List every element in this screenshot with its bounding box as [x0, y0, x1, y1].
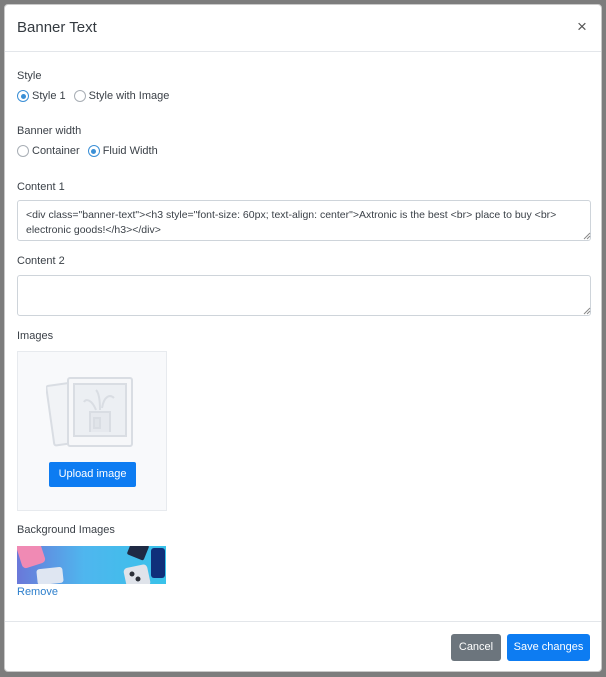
style-1-label[interactable]: Style 1 — [32, 90, 66, 102]
remove-background-image-link[interactable]: Remove — [17, 586, 58, 598]
modal-footer: Cancel Save changes — [5, 621, 601, 672]
fluid-width-radio[interactable] — [87, 145, 100, 157]
fluid-width-label[interactable]: Fluid Width — [103, 145, 158, 157]
content-1-label: Content 1 — [17, 181, 65, 193]
style-with-image-label[interactable]: Style with Image — [89, 90, 170, 102]
resize-grip-icon[interactable] — [583, 232, 591, 240]
style-with-image-radio[interactable] — [73, 90, 86, 102]
background-images-label: Background Images — [17, 524, 115, 536]
image-upload-box: Upload image — [17, 351, 167, 511]
upload-image-button[interactable]: Upload image — [49, 462, 136, 487]
cancel-button[interactable]: Cancel — [451, 634, 501, 661]
banner-width-radio-group: Container Fluid Width — [17, 145, 166, 157]
style-1-radio[interactable] — [17, 90, 29, 102]
content-1-textarea[interactable]: <div class="banner-text"><h3 style="font… — [17, 200, 591, 241]
content-2-label: Content 2 — [17, 255, 65, 267]
modal-title: Banner Text — [17, 19, 97, 36]
banner-width-label: Banner width — [17, 125, 82, 137]
style-label: Style — [17, 70, 42, 82]
save-changes-button[interactable]: Save changes — [507, 634, 590, 661]
style-radio-group: Style 1 Style with Image — [17, 90, 177, 102]
container-radio[interactable] — [17, 145, 29, 157]
container-label[interactable]: Container — [32, 145, 80, 157]
close-icon[interactable]: × — [575, 18, 589, 35]
content-2-textarea[interactable] — [17, 275, 591, 316]
image-placeholder-icon — [46, 377, 133, 447]
resize-grip-icon[interactable] — [583, 307, 591, 315]
banner-text-modal: Banner Text × Style Style 1 Style with I… — [4, 4, 602, 672]
images-label: Images — [17, 330, 54, 342]
background-image-thumbnail — [17, 546, 166, 584]
modal-header: Banner Text × — [5, 5, 601, 52]
